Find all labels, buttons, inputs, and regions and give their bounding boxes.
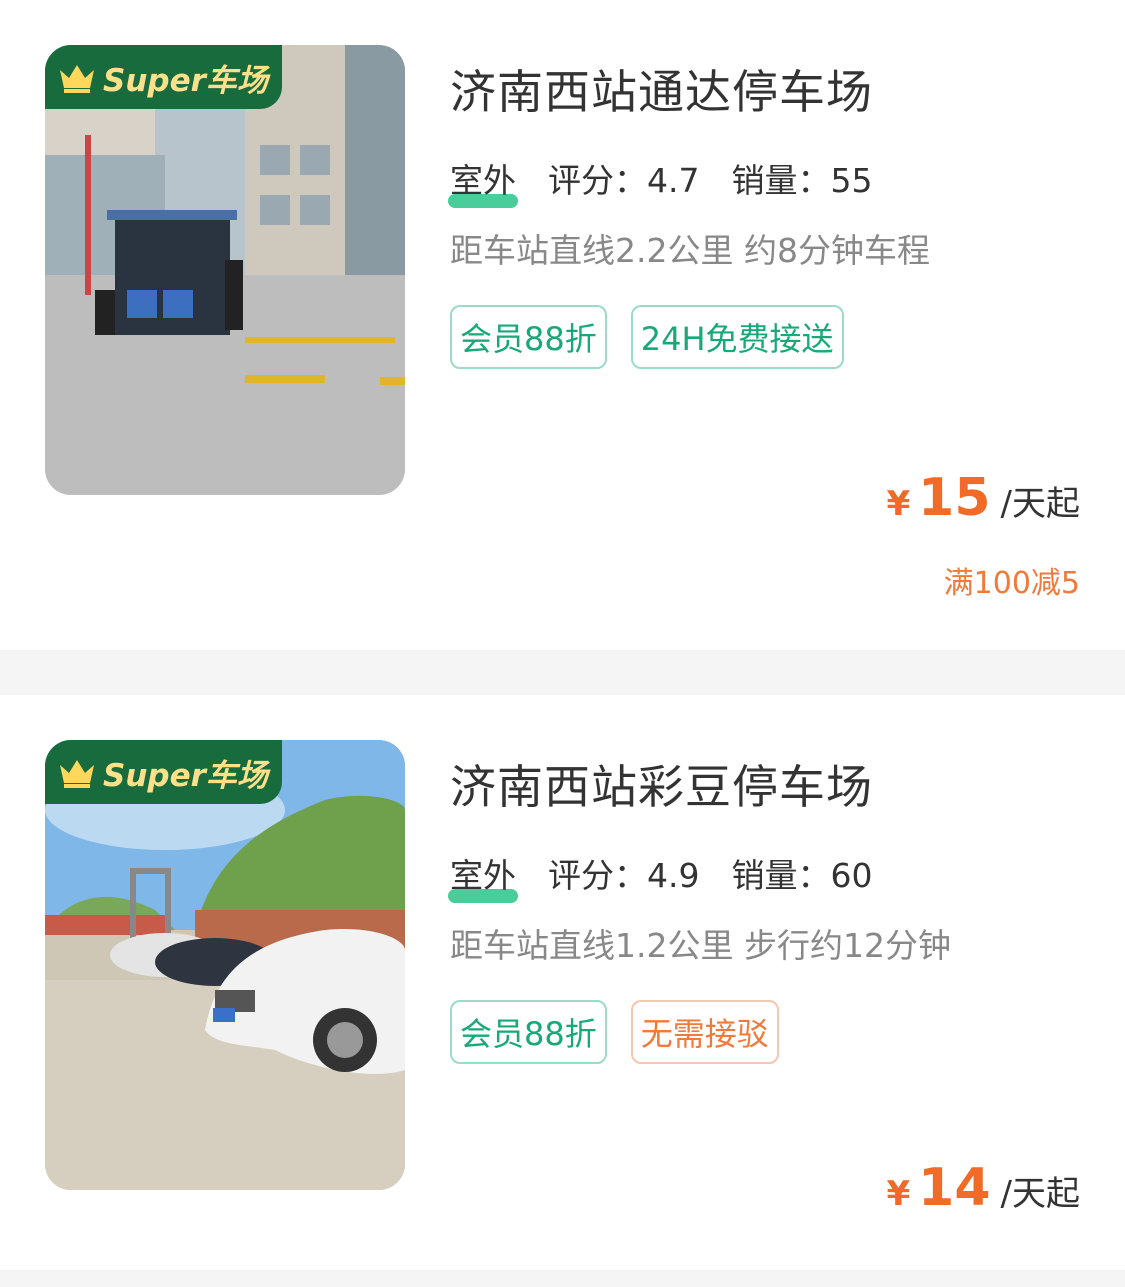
rating-value: 4.9 [647, 856, 700, 895]
feature-tags: 会员88折 无需接驳 [450, 1000, 779, 1064]
location-type-tag: 室外 [448, 849, 518, 903]
tag-member-discount: 会员88折 [450, 1000, 607, 1064]
sales-value: 55 [830, 161, 873, 200]
sales-label: 销量： [731, 856, 831, 895]
lot-meta: 室外 评分：4.7 销量：55 [448, 154, 873, 208]
tag-free-shuttle: 24H免费接送 [630, 305, 844, 369]
currency-symbol: ¥ [886, 1174, 911, 1214]
parking-lot-photo: Super车场 [45, 45, 405, 495]
tag-no-shuttle: 无需接驳 [630, 1000, 779, 1064]
crown-icon [60, 65, 94, 93]
lot-meta: 室外 评分：4.9 销量：60 [448, 849, 873, 903]
super-lot-badge: Super车场 [45, 740, 282, 804]
super-lot-badge: Super车场 [45, 45, 282, 109]
badge-label: Super车场 [103, 62, 268, 99]
parking-lot-card[interactable]: Super车场 济南西站彩豆停车场 室外 评分：4.9 销量：60 距车站直线1.2… [0, 695, 1125, 1270]
promo-text: 满100减5 [943, 566, 1080, 601]
price-unit: /天起 [1000, 484, 1080, 524]
parking-lot-photo: Super车场 [45, 740, 405, 1190]
rating-label: 评分： [548, 161, 647, 200]
feature-tags: 会员88折 24H免费接送 [450, 305, 844, 369]
distance-info: 距车站直线1.2公里 步行约12分钟 [450, 926, 951, 965]
parking-lot-card[interactable]: Super车场 济南西站通达停车场 室外 评分：4.7 销量：55 距车站直线2.2… [0, 0, 1125, 650]
sales-label: 销量： [731, 161, 831, 200]
crown-icon [60, 760, 94, 788]
card-divider [0, 650, 1125, 695]
price: ¥ 15 /天起 [886, 468, 1080, 528]
lot-name: 济南西站彩豆停车场 [450, 760, 873, 814]
rating-value: 4.7 [647, 161, 700, 200]
distance-info: 距车站直线2.2公里 约8分钟车程 [450, 231, 930, 270]
currency-symbol: ¥ [886, 484, 911, 524]
price-unit: /天起 [1000, 1174, 1080, 1214]
price-amount: 14 [918, 1158, 991, 1218]
sales-value: 60 [830, 856, 873, 895]
lot-name: 济南西站通达停车场 [450, 65, 873, 119]
rating-label: 评分： [548, 856, 647, 895]
badge-label: Super车场 [103, 757, 268, 794]
tag-member-discount: 会员88折 [450, 305, 607, 369]
location-type-tag: 室外 [448, 154, 518, 208]
price-amount: 15 [918, 468, 991, 528]
card-divider [0, 1270, 1125, 1287]
price: ¥ 14 /天起 [886, 1158, 1080, 1218]
